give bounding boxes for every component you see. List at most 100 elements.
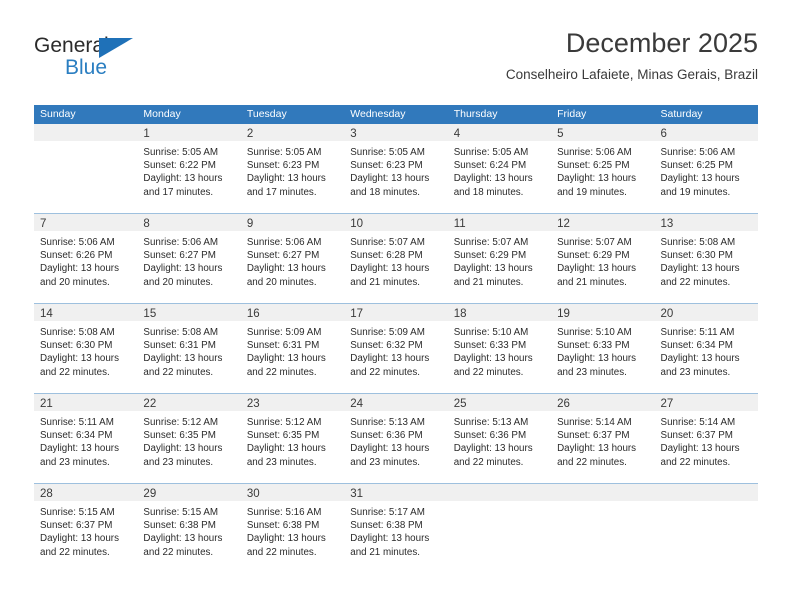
daylight-text-line1: Daylight: 13 hours	[660, 353, 740, 365]
sunrise-text: Sunrise: 5:11 AM	[660, 327, 735, 338]
day-cell[interactable]: 26 Sunrise: 5:14 AM Sunset: 6:37 PM Dayligh…	[551, 394, 655, 483]
sunset-text: Sunset: 6:37 PM	[40, 520, 113, 532]
sunset-text: Sunset: 6:33 PM	[557, 340, 630, 352]
brand-logo[interactable]: General Blue	[34, 34, 214, 90]
day-cell[interactable]: 7 Sunrise: 5:06 AM Sunset: 6:26 PM Daylight…	[34, 214, 138, 303]
day-number: 29	[143, 488, 157, 500]
day-cell[interactable]: 4 Sunrise: 5:05 AM Sunset: 6:24 PM Daylight…	[447, 124, 552, 213]
day-cell[interactable]: 25 Sunrise: 5:13 AM Sunset: 6:36 PM Dayligh…	[447, 394, 552, 483]
day-cell[interactable]: 9 Sunrise: 5:06 AM Sunset: 6:27 PM Daylight…	[240, 214, 345, 303]
day-number: 6	[660, 128, 667, 140]
day-cell[interactable]: 5 Sunrise: 5:06 AM Sunset: 6:25 PM Daylight…	[551, 124, 655, 213]
day-cell[interactable]: 11 Sunrise: 5:07 AM Sunset: 6:29 PM Dayligh…	[447, 214, 552, 303]
day-cell[interactable]: 22 Sunrise: 5:12 AM Sunset: 6:35 PM Dayligh…	[137, 394, 241, 483]
day-details: Sunrise: 5:09 AM Sunset: 6:31 PM Daylight:…	[241, 321, 344, 379]
day-details: Sunrise: 5:16 AM Sunset: 6:38 PM Daylight:…	[241, 501, 344, 559]
day-details: Sunrise: 5:14 AM Sunset: 6:37 PM Daylight:…	[655, 411, 758, 469]
day-details: Sunrise: 5:17 AM Sunset: 6:38 PM Daylight:…	[344, 501, 447, 559]
day-cell[interactable]: 8 Sunrise: 5:06 AM Sunset: 6:27 PM Daylight…	[137, 214, 241, 303]
day-cell[interactable]: 27 Sunrise: 5:14 AM Sunset: 6:37 PM Dayligh…	[654, 394, 758, 483]
day-cell[interactable]: 2 Sunrise: 5:05 AM Sunset: 6:23 PM Daylight…	[240, 124, 345, 213]
day-cell[interactable]: 24 Sunrise: 5:13 AM Sunset: 6:36 PM Dayligh…	[344, 394, 448, 483]
sunrise-text: Sunrise: 5:05 AM	[350, 147, 425, 158]
sunset-text: Sunset: 6:38 PM	[143, 520, 216, 532]
day-cell[interactable]: 16 Sunrise: 5:09 AM Sunset: 6:31 PM Dayligh…	[240, 304, 345, 393]
sunset-text: Sunset: 6:27 PM	[246, 250, 320, 262]
day-cell[interactable]: 20 Sunrise: 5:11 AM Sunset: 6:34 PM Dayligh…	[654, 304, 758, 393]
sunset-text: Sunset: 6:37 PM	[557, 430, 630, 442]
day-number: 31	[350, 488, 364, 500]
day-number: 7	[40, 218, 47, 230]
day-cell[interactable]: 15 Sunrise: 5:08 AM Sunset: 6:31 PM Dayligh…	[137, 304, 241, 393]
sunrise-text: Sunrise: 5:07 AM	[557, 237, 632, 248]
day-cell[interactable]: 3 Sunrise: 5:05 AM Sunset: 6:23 PM Daylight…	[344, 124, 448, 213]
sunrise-text: Sunrise: 5:12 AM	[246, 417, 322, 428]
sunrise-text: Sunrise: 5:16 AM	[246, 507, 322, 518]
day-cell[interactable]: 13 Sunrise: 5:08 AM Sunset: 6:30 PM Dayligh…	[654, 214, 758, 303]
day-cell[interactable]: 18 Sunrise: 5:10 AM Sunset: 6:33 PM Dayligh…	[447, 304, 552, 393]
weekday-header-friday: Friday	[557, 108, 587, 120]
daylight-text-line2: and 23 minutes.	[557, 366, 627, 378]
daylight-text-line1: Daylight: 13 hours	[246, 353, 326, 365]
day-number: 13	[660, 218, 674, 230]
daylight-text-line2: and 17 minutes.	[143, 186, 214, 198]
day-cell-empty	[551, 484, 655, 573]
sunset-text: Sunset: 6:38 PM	[350, 520, 423, 532]
title-block: December 2025 Conselheiro Lafaiete, Mina…	[506, 26, 758, 83]
day-cell[interactable]: 19 Sunrise: 5:10 AM Sunset: 6:33 PM Dayligh…	[551, 304, 655, 393]
day-cell[interactable]: 17 Sunrise: 5:09 AM Sunset: 6:32 PM Dayligh…	[344, 304, 448, 393]
daylight-text-line1: Daylight: 13 hours	[143, 443, 223, 455]
day-number: 20	[660, 308, 674, 320]
sunset-text: Sunset: 6:35 PM	[246, 430, 320, 442]
daylight-text-line2: and 22 minutes.	[660, 276, 731, 288]
sunset-text: Sunset: 6:36 PM	[350, 430, 423, 442]
sunset-text: Sunset: 6:30 PM	[660, 250, 733, 262]
daylight-text-line1: Daylight: 13 hours	[350, 443, 430, 455]
day-number: 28	[40, 488, 53, 500]
day-number-band: 16	[240, 304, 345, 321]
calendar-week-cells: 7 Sunrise: 5:06 AM Sunset: 6:26 PM Daylight…	[34, 214, 758, 303]
day-cell[interactable]: 28 Sunrise: 5:15 AM Sunset: 6:37 PM Dayligh…	[34, 484, 138, 573]
sunrise-text: Sunrise: 5:13 AM	[453, 417, 529, 428]
day-cell[interactable]: 14 Sunrise: 5:08 AM Sunset: 6:30 PM Dayligh…	[34, 304, 138, 393]
daylight-text-line2: and 19 minutes.	[557, 186, 627, 198]
sunrise-text: Sunrise: 5:05 AM	[246, 147, 322, 158]
sunrise-text: Sunrise: 5:08 AM	[143, 327, 219, 338]
daylight-text-line2: and 23 minutes.	[143, 456, 214, 468]
day-cell[interactable]: 21 Sunrise: 5:11 AM Sunset: 6:34 PM Dayligh…	[34, 394, 138, 483]
day-cell[interactable]: 31 Sunrise: 5:17 AM Sunset: 6:38 PM Dayligh…	[344, 484, 448, 573]
day-number-band: 5	[551, 124, 655, 141]
day-cell[interactable]: 6 Sunrise: 5:06 AM Sunset: 6:25 PM Daylight…	[654, 124, 758, 213]
day-cell[interactable]: 10 Sunrise: 5:07 AM Sunset: 6:28 PM Dayligh…	[344, 214, 448, 303]
daylight-text-line1: Daylight: 13 hours	[40, 263, 119, 275]
day-cell-empty	[34, 124, 138, 213]
day-cell[interactable]: 1 Sunrise: 5:05 AM Sunset: 6:22 PM Daylight…	[137, 124, 241, 213]
day-cell[interactable]: 30 Sunrise: 5:16 AM Sunset: 6:38 PM Dayligh…	[240, 484, 345, 573]
sunrise-text: Sunrise: 5:07 AM	[453, 237, 529, 248]
day-cell[interactable]: 23 Sunrise: 5:12 AM Sunset: 6:35 PM Dayligh…	[240, 394, 345, 483]
daylight-text-line1: Daylight: 13 hours	[143, 353, 223, 365]
sunrise-text: Sunrise: 5:13 AM	[350, 417, 425, 428]
day-details: Sunrise: 5:15 AM Sunset: 6:38 PM Daylight:…	[137, 501, 240, 559]
day-number-band	[447, 484, 552, 501]
day-number-band: 30	[240, 484, 345, 501]
daylight-text-line2: and 23 minutes.	[660, 366, 731, 378]
daylight-text-line1: Daylight: 13 hours	[350, 533, 430, 545]
day-number-band	[34, 124, 138, 141]
daylight-text-line2: and 22 minutes.	[660, 456, 731, 468]
day-cell[interactable]: 29 Sunrise: 5:15 AM Sunset: 6:38 PM Dayligh…	[137, 484, 241, 573]
daylight-text-line2: and 23 minutes.	[246, 456, 317, 468]
day-number: 16	[246, 308, 260, 320]
sunset-text: Sunset: 6:37 PM	[660, 430, 733, 442]
sunrise-text: Sunrise: 5:15 AM	[143, 507, 219, 518]
daylight-text-line1: Daylight: 13 hours	[453, 353, 533, 365]
day-number-band	[551, 484, 655, 501]
day-cell[interactable]: 12 Sunrise: 5:07 AM Sunset: 6:29 PM Dayligh…	[551, 214, 655, 303]
sunset-text: Sunset: 6:35 PM	[143, 430, 216, 442]
day-number-band: 19	[551, 304, 655, 321]
sunset-text: Sunset: 6:32 PM	[350, 340, 423, 352]
daylight-text-line2: and 22 minutes.	[143, 546, 214, 558]
day-details: Sunrise: 5:08 AM Sunset: 6:31 PM Daylight:…	[137, 321, 240, 379]
daylight-text-line1: Daylight: 13 hours	[453, 173, 533, 185]
day-number: 10	[350, 218, 364, 230]
